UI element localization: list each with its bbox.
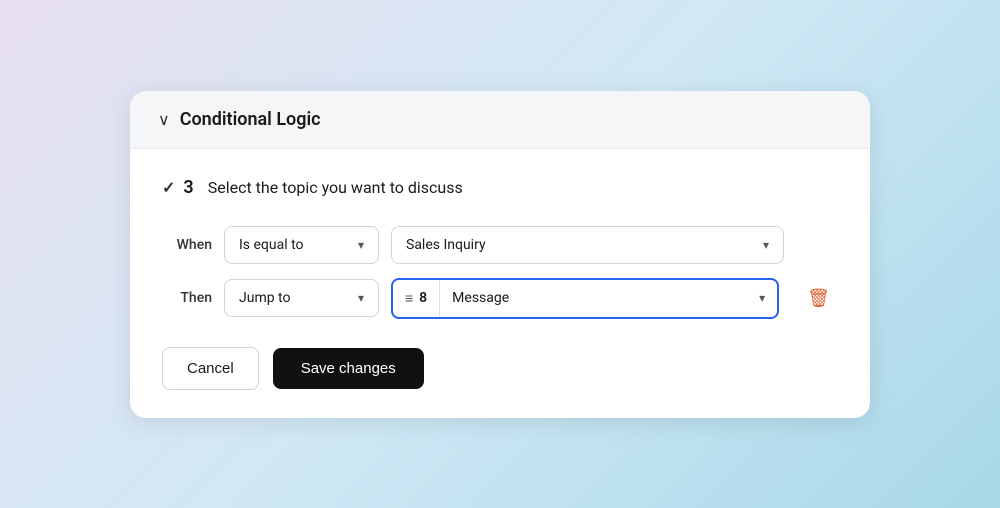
conditional-logic-card: ∨ Conditional Logic ✓ 3 Select the topic… [130,91,870,418]
then-row: Then Jump to ▾ ≡ 8 Message ▾ 🗑 [162,278,838,319]
section-header: ∨ Conditional Logic [130,91,870,149]
chevron-down-icon: ∨ [158,110,170,129]
chevron-down-icon: ▾ [358,238,364,252]
question-row: ✓ 3 Select the topic you want to discuss [162,177,838,198]
then-label: Then [162,290,212,306]
target-dropdown[interactable]: ≡ 8 Message ▾ [391,278,779,319]
action-value: Jump to [239,290,290,306]
cancel-button[interactable]: Cancel [162,347,259,390]
delete-button[interactable]: 🗑 [799,280,838,317]
logic-rows: When Is equal to ▾ Sales Inquiry ▾ Then … [162,226,838,319]
target-label: Message [440,280,759,316]
action-row: Cancel Save changes [162,347,838,390]
check-icon: ✓ [162,178,175,197]
save-button[interactable]: Save changes [273,348,424,389]
chevron-down-icon: ▾ [763,238,769,252]
list-icon: ≡ [405,290,413,307]
card-body: ✓ 3 Select the topic you want to discuss… [130,149,870,418]
check-badge: ✓ 3 [162,177,194,198]
trash-icon: 🗑 [807,288,830,308]
badge-section: ≡ 8 [393,280,440,317]
target-number: 8 [419,290,427,306]
condition-option-value: Sales Inquiry [406,237,486,253]
condition-dropdown[interactable]: Is equal to ▾ [224,226,379,264]
chevron-down-icon: ▾ [759,291,777,305]
condition-option-dropdown[interactable]: Sales Inquiry ▾ [391,226,784,264]
when-label: When [162,237,212,253]
question-text: Select the topic you want to discuss [208,178,463,197]
action-dropdown[interactable]: Jump to ▾ [224,279,379,317]
section-title: Conditional Logic [180,109,321,130]
question-number: 3 [183,177,193,198]
when-row: When Is equal to ▾ Sales Inquiry ▾ [162,226,838,264]
condition-value: Is equal to [239,237,304,253]
chevron-down-icon: ▾ [358,291,364,305]
